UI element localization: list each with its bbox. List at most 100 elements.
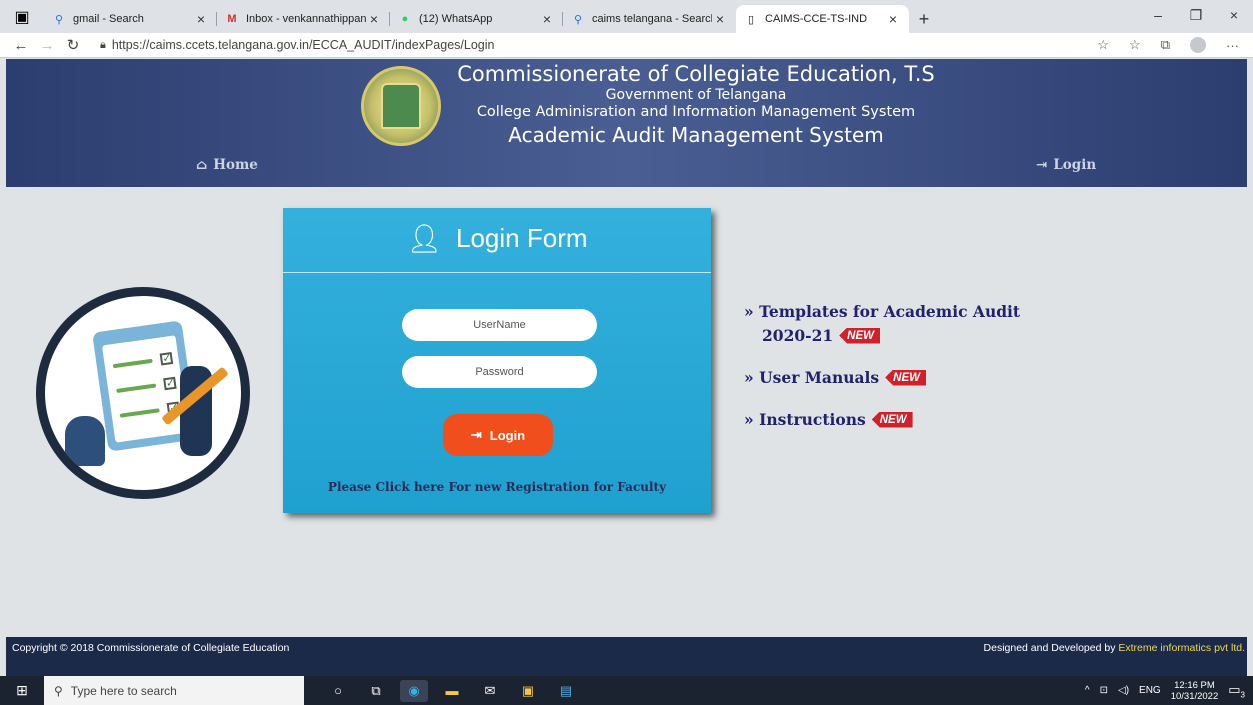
templates-link-label: » Templates for Academic Audit [744,302,1021,321]
window-controls: – ❐ × [1139,0,1253,30]
tab-inbox[interactable]: M Inbox - venkannathippani98@gn × [217,5,390,33]
taskbar-search[interactable]: ⚲ Type here to search [44,676,304,705]
refresh-icon[interactable]: ↻ [60,36,86,54]
clock[interactable]: 12:16 PM 10/31/2022 [1171,680,1219,702]
tab-caims-login[interactable]: ▯ CAIMS-CCE-TS-IND × [736,5,909,33]
login-button[interactable]: ⇥ Login [443,414,553,456]
telangana-emblem-logo [361,66,441,146]
windows-taskbar: ⊞ ⚲ Type here to search ○ ⧉ ◉ ▬ ✉ ▣ ▤ ^ … [0,676,1253,705]
clock-date: 10/31/2022 [1170,690,1219,702]
nav-login-link[interactable]: ⇥ Login [1036,157,1096,173]
mail-icon[interactable]: ✉ [476,680,504,702]
url-text: https://caims.ccets.telangana.gov.in/ECC… [111,38,495,52]
tab-whatsapp[interactable]: ● (12) WhatsApp × [390,5,563,33]
app-icon[interactable]: ▤ [552,680,580,702]
search-icon: ⚲ [573,13,583,26]
header-titles: Commissionerate of Collegiate Education,… [436,61,956,148]
close-tab-icon[interactable]: × [193,11,209,27]
site-header: Commissionerate of Collegiate Education,… [6,59,1247,187]
cortana-icon[interactable]: ○ [324,680,352,702]
restore-icon[interactable]: ❐ [1177,0,1215,30]
favorites-icon[interactable]: ☆ [1129,37,1141,53]
person-figure [65,416,105,466]
new-badge: NEW [885,369,926,386]
sign-in-icon: ⇥ [470,427,482,442]
notification-icon[interactable]: ▭3 [1228,682,1245,700]
home-icon: ⌂ [196,157,208,173]
url-field[interactable]: 🔒︎ https://caims.ccets.telangana.gov.in/… [100,38,1097,52]
address-bar: ← → ↻ 🔒︎ https://caims.ccets.telangana.g… [0,33,1253,58]
close-tab-icon[interactable]: × [366,11,382,27]
emblem-tower [381,83,421,129]
copyright-text: Copyright © 2018 Commissionerate of Coll… [12,642,290,654]
notification-count: 3 [1240,690,1245,700]
check-line [119,408,160,418]
tab-gmail-search[interactable]: ⚲ gmail - Search × [44,5,217,33]
collections-icon[interactable]: ⧉ [1161,37,1170,53]
tab-caims-search[interactable]: ⚲ caims telangana - Search × [563,5,736,33]
new-badge: NEW [839,327,880,344]
browser-tab-strip: ▣ ⚲ gmail - Search × M Inbox - venkannat… [0,0,1253,33]
search-icon: ⚲ [54,683,63,698]
paper-graphic: ✓ ✓ ✓ [101,335,189,443]
username-input[interactable] [402,309,597,341]
close-tab-icon[interactable]: × [539,11,555,27]
check-line [112,358,153,369]
network-icon[interactable]: ⊡ [1100,685,1108,696]
checkmark-icon: ✓ [163,376,177,391]
windows-start-icon[interactable]: ⊞ [0,682,44,699]
language-indicator[interactable]: ENG [1139,685,1161,696]
nav-login-label: Login [1053,157,1097,173]
header-line4: Academic Audit Management System [508,123,884,147]
user-manuals-link[interactable]: » User Manuals NEW [744,368,926,387]
templates-link-year-label: 2020-21 [762,326,834,345]
file-explorer-icon[interactable]: ▬ [438,680,466,702]
page-icon: ▯ [747,13,755,26]
volume-icon[interactable]: ◁) [1118,685,1129,696]
login-form-title-text: Login Form [456,223,588,253]
tab-title: Inbox - venkannathippani98@gn [246,13,366,25]
forward-icon[interactable]: → [34,37,60,54]
tab-title: CAIMS-CCE-TS-IND [765,13,868,25]
password-input[interactable] [402,356,597,388]
header-line2: Government of Telangana [605,87,787,103]
lock-icon[interactable]: 🔒︎ [100,39,106,52]
user-icon: 👤︎ [406,223,443,254]
login-form: 👤︎ Login Form ⇥ Login Please Click here … [283,208,711,513]
edge-browser-icon[interactable]: ◉ [400,679,428,702]
taskbar-search-placeholder: Type here to search [70,683,177,698]
close-window-icon[interactable]: × [1215,0,1253,30]
checkmark-icon: ✓ [159,351,174,366]
close-tab-icon[interactable]: × [885,11,901,27]
new-tab-button[interactable]: + [909,5,939,33]
new-badge: NEW [871,411,913,428]
tab-title: caims telangana - Search [592,13,712,25]
login-form-title: 👤︎ Login Form [283,222,711,255]
developer-link[interactable]: Extreme informatics pvt ltd. [1118,642,1245,654]
designed-by-text: Designed and Developed by Extreme inform… [984,642,1245,654]
check-line [116,383,157,394]
templates-link-year[interactable]: 2020-21 NEW [762,326,880,345]
profile-avatar[interactable] [1190,37,1206,53]
templates-link[interactable]: » Templates for Academic Audit [744,302,1020,321]
more-icon[interactable]: ··· [1226,38,1239,53]
back-icon[interactable]: ← [8,37,34,54]
search-icon: ⚲ [54,13,64,26]
add-favorite-icon[interactable]: ☆ [1097,37,1109,53]
designed-by-prefix: Designed and Developed by [983,642,1119,654]
tab-actions-icon[interactable]: ▣ [0,0,44,33]
nav-home-link[interactable]: ⌂ Home [196,157,258,173]
sign-in-icon: ⇥ [1036,157,1048,173]
instructions-link[interactable]: » Instructions NEW [744,410,913,429]
instructions-label: » Instructions [744,410,866,429]
store-icon[interactable]: ▣ [514,680,542,702]
chevron-up-icon[interactable]: ^ [1085,685,1090,696]
divider [283,272,711,273]
minimize-icon[interactable]: – [1139,0,1177,30]
faculty-registration-link[interactable]: Please Click here For new Registration f… [283,480,711,494]
checklist-illustration: ✓ ✓ ✓ [36,287,250,499]
close-tab-icon[interactable]: × [712,11,728,27]
task-view-icon[interactable]: ⧉ [362,680,390,702]
header-line1: Commissionerate of Collegiate Education,… [457,62,935,86]
gmail-icon: M [227,13,237,25]
